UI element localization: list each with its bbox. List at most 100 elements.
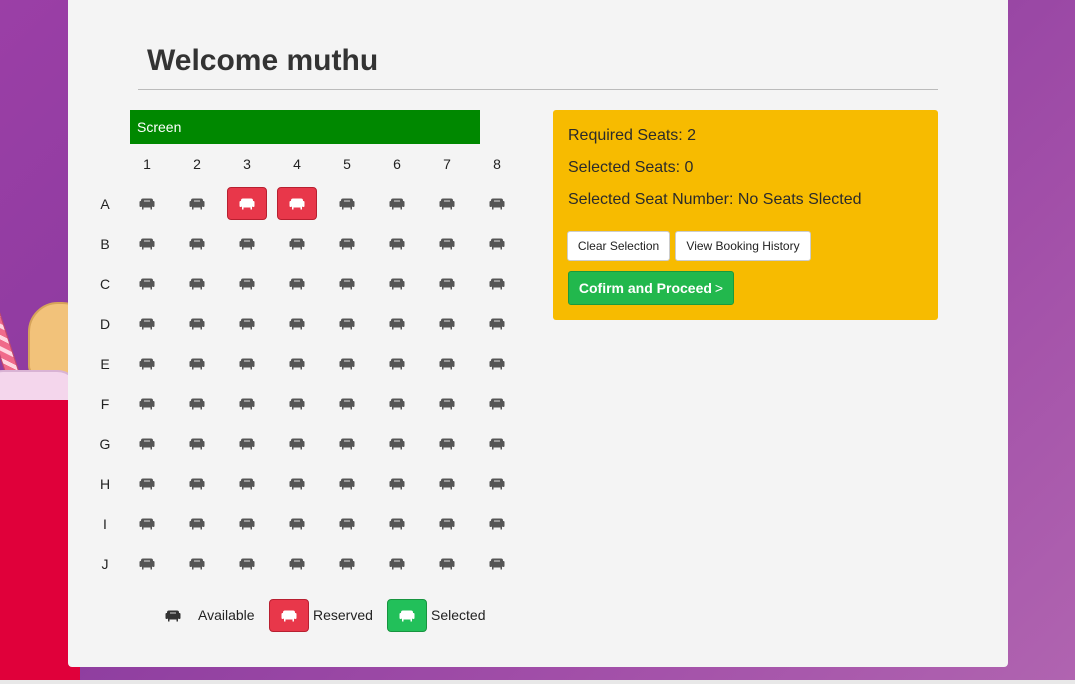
seat-E3[interactable]	[227, 347, 267, 380]
seat-icon	[489, 358, 505, 370]
seat-D8[interactable]	[477, 307, 517, 340]
seat-B8[interactable]	[477, 227, 517, 260]
seat-D2[interactable]	[177, 307, 217, 340]
view-booking-history-button[interactable]: View Booking History	[675, 231, 811, 261]
clear-selection-button[interactable]: Clear Selection	[567, 231, 670, 261]
seat-J4[interactable]	[277, 547, 317, 580]
seat-A8[interactable]	[477, 187, 517, 220]
seat-icon	[139, 518, 155, 530]
seat-G8[interactable]	[477, 427, 517, 460]
seat-icon	[439, 518, 455, 530]
seat-E8[interactable]	[477, 347, 517, 380]
seat-A5[interactable]	[327, 187, 367, 220]
seat-H8[interactable]	[477, 467, 517, 500]
seat-J5[interactable]	[327, 547, 367, 580]
seat-B6[interactable]	[377, 227, 417, 260]
seat-I4[interactable]	[277, 507, 317, 540]
seat-C5[interactable]	[327, 267, 367, 300]
seat-C6[interactable]	[377, 267, 417, 300]
seat-C3[interactable]	[227, 267, 267, 300]
seat-G3[interactable]	[227, 427, 267, 460]
seat-G1[interactable]	[127, 427, 167, 460]
seat-E7[interactable]	[427, 347, 467, 380]
column-number: 8	[493, 156, 501, 172]
seat-H5[interactable]	[327, 467, 367, 500]
seat-icon	[389, 518, 405, 530]
seat-H7[interactable]	[427, 467, 467, 500]
seat-E1[interactable]	[127, 347, 167, 380]
seat-H4[interactable]	[277, 467, 317, 500]
seat-B3[interactable]	[227, 227, 267, 260]
seat-H1[interactable]	[127, 467, 167, 500]
seat-H3[interactable]	[227, 467, 267, 500]
seat-D4[interactable]	[277, 307, 317, 340]
seat-D1[interactable]	[127, 307, 167, 340]
seat-E5[interactable]	[327, 347, 367, 380]
seat-icon	[139, 238, 155, 250]
seat-icon	[389, 358, 405, 370]
seat-F8[interactable]	[477, 387, 517, 420]
seat-I5[interactable]	[327, 507, 367, 540]
seat-B1[interactable]	[127, 227, 167, 260]
seat-icon	[139, 278, 155, 290]
seat-D5[interactable]	[327, 307, 367, 340]
seat-F2[interactable]	[177, 387, 217, 420]
seat-D6[interactable]	[377, 307, 417, 340]
seat-J1[interactable]	[127, 547, 167, 580]
confirm-proceed-button[interactable]: Cofirm and Proceed >	[568, 271, 734, 305]
seat-I8[interactable]	[477, 507, 517, 540]
seat-A2[interactable]	[177, 187, 217, 220]
seat-F6[interactable]	[377, 387, 417, 420]
seat-C7[interactable]	[427, 267, 467, 300]
seat-J6[interactable]	[377, 547, 417, 580]
seat-E6[interactable]	[377, 347, 417, 380]
seat-H2[interactable]	[177, 467, 217, 500]
seat-F5[interactable]	[327, 387, 367, 420]
seat-D3[interactable]	[227, 307, 267, 340]
seat-F7[interactable]	[427, 387, 467, 420]
seat-G7[interactable]	[427, 427, 467, 460]
seat-J8[interactable]	[477, 547, 517, 580]
seat-A6[interactable]	[377, 187, 417, 220]
seat-I2[interactable]	[177, 507, 217, 540]
seat-B2[interactable]	[177, 227, 217, 260]
seat-I1[interactable]	[127, 507, 167, 540]
seat-icon	[189, 558, 205, 570]
seat-F3[interactable]	[227, 387, 267, 420]
seat-E4[interactable]	[277, 347, 317, 380]
seat-G4[interactable]	[277, 427, 317, 460]
seat-icon	[139, 318, 155, 330]
seat-J7[interactable]	[427, 547, 467, 580]
seat-I7[interactable]	[427, 507, 467, 540]
seat-icon	[189, 318, 205, 330]
seat-I6[interactable]	[377, 507, 417, 540]
seat-H6[interactable]	[377, 467, 417, 500]
seat-A1[interactable]	[127, 187, 167, 220]
seat-C1[interactable]	[127, 267, 167, 300]
seat-C4[interactable]	[277, 267, 317, 300]
seat-icon	[389, 278, 405, 290]
seat-G6[interactable]	[377, 427, 417, 460]
seat-icon	[189, 278, 205, 290]
seat-E2[interactable]	[177, 347, 217, 380]
seat-F4[interactable]	[277, 387, 317, 420]
seat-G2[interactable]	[177, 427, 217, 460]
seat-G5[interactable]	[327, 427, 367, 460]
page-title: Welcome muthu	[147, 44, 379, 77]
seat-icon	[239, 478, 255, 490]
seat-icon	[339, 358, 355, 370]
seat-C2[interactable]	[177, 267, 217, 300]
seat-C8[interactable]	[477, 267, 517, 300]
seat-J3[interactable]	[227, 547, 267, 580]
seat-I3[interactable]	[227, 507, 267, 540]
seat-icon	[439, 558, 455, 570]
seat-F1[interactable]	[127, 387, 167, 420]
seat-A7[interactable]	[427, 187, 467, 220]
seat-B5[interactable]	[327, 227, 367, 260]
seat-J2[interactable]	[177, 547, 217, 580]
seat-D7[interactable]	[427, 307, 467, 340]
column-number: 2	[193, 156, 201, 172]
seat-B4[interactable]	[277, 227, 317, 260]
row-label: J	[101, 556, 109, 572]
seat-B7[interactable]	[427, 227, 467, 260]
